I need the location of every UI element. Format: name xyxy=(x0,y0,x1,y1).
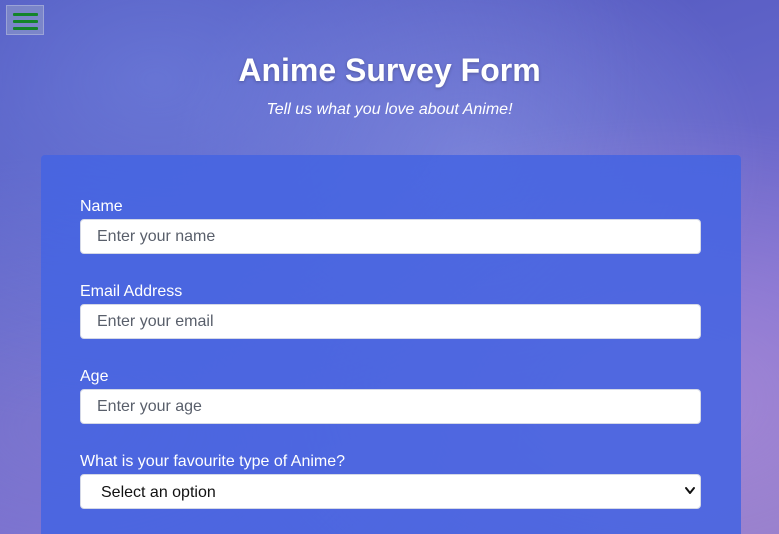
email-input[interactable] xyxy=(80,304,701,339)
favourite-type-select[interactable]: Select an option xyxy=(80,474,701,509)
page-title: Anime Survey Form xyxy=(238,52,541,88)
age-label: Age xyxy=(80,368,109,385)
survey-form: Name Email Address Age What is your favo… xyxy=(41,155,741,534)
name-input[interactable] xyxy=(80,219,701,254)
menu-bar-middle xyxy=(13,20,38,23)
select-selected-value: Select an option xyxy=(101,484,216,501)
hamburger-menu-icon[interactable] xyxy=(6,5,44,35)
page-subtitle: Tell us what you love about Anime! xyxy=(266,101,513,118)
name-label: Name xyxy=(80,198,123,215)
menu-bar-bottom xyxy=(13,27,38,30)
chevron-down-icon xyxy=(685,487,695,494)
menu-bar-top xyxy=(13,13,38,16)
email-label: Email Address xyxy=(80,283,183,300)
favourite-type-label: What is your favourite type of Anime? xyxy=(80,453,346,470)
age-input[interactable] xyxy=(80,389,701,424)
